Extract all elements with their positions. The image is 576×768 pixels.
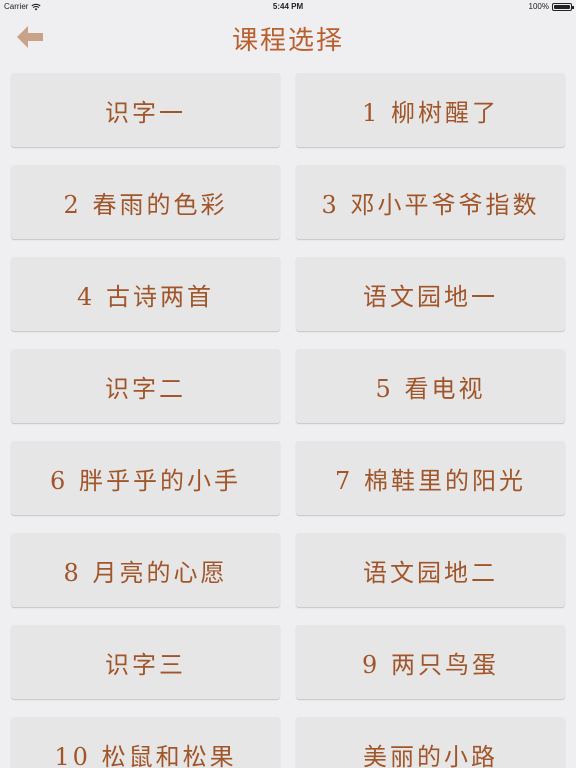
lesson-button[interactable]: 6 胖乎乎的小手 [11,441,280,515]
battery-fill [554,4,570,9]
lesson-button[interactable]: 识字二 [11,349,280,423]
lesson-button[interactable]: 1 柳树醒了 [296,73,565,147]
lesson-button[interactable]: 9 两只鸟蛋 [296,625,565,699]
lesson-button[interactable]: 10 松鼠和松果 [11,717,280,768]
status-time: 5:44 PM [272,2,304,11]
lesson-button[interactable]: 美丽的小路 [296,717,565,768]
lesson-button[interactable]: 识字一 [11,73,280,147]
nav-bar: 课程选择 [0,14,576,64]
lesson-button[interactable]: 3 邓小平爷爷指数 [296,165,565,239]
lesson-button[interactable]: 语文园地二 [296,533,565,607]
lesson-button[interactable]: 语文园地一 [296,257,565,331]
lesson-button[interactable]: 4 古诗两首 [11,257,280,331]
battery-icon [552,2,574,11]
lesson-button[interactable]: 2 春雨的色彩 [11,165,280,239]
lesson-grid: 识字一 1 柳树醒了 2 春雨的色彩 3 邓小平爷爷指数 4 古诗两首 语文园地… [11,73,565,768]
lesson-button[interactable]: 5 看电视 [296,349,565,423]
lesson-button[interactable]: 8 月亮的心愿 [11,533,280,607]
battery-percent: 100% [528,2,549,11]
lesson-button[interactable]: 识字三 [11,625,280,699]
status-bar: Carrier 5:44 PM 100% [0,0,576,14]
status-right: 100% [528,2,574,11]
page-title: 课程选择 [231,26,344,56]
lesson-button[interactable]: 7 棉鞋里的阳光 [296,441,565,515]
